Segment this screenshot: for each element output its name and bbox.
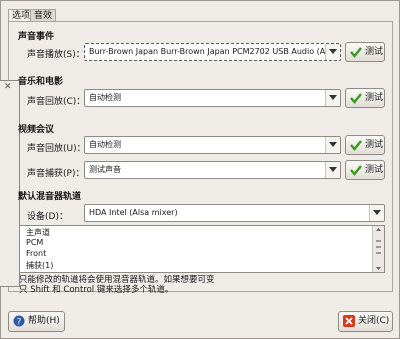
close-button-label: 关闭(C) (358, 316, 390, 326)
conf-playback-select[interactable]: 自动检测 (84, 136, 341, 154)
mixer-device-value: HDA Intel (Alsa mixer) (89, 208, 178, 217)
chevron-down-icon (325, 162, 340, 178)
conf-capture-label: 声音捕获(P)： (27, 169, 85, 179)
conf-playback-label: 声音回放(U)： (27, 144, 86, 154)
help-button[interactable]: ? 帮助(H) (8, 311, 65, 332)
test-music-button[interactable]: 测试 (345, 88, 385, 108)
chevron-down-icon (369, 205, 384, 221)
chevron-down-icon (325, 90, 340, 106)
test-button-label: 测试 (365, 93, 384, 103)
close-button[interactable]: 关闭(C) (338, 311, 393, 332)
check-icon (350, 164, 362, 183)
mixer-device-label: 设备(D)： (27, 212, 68, 222)
chevron-down-icon (325, 137, 340, 153)
mixer-tracks-list[interactable]: 主声道 PCM Front 捕获(1) (19, 225, 385, 273)
test-sound-events-button[interactable]: 测试 (345, 42, 385, 62)
svg-text:?: ? (17, 318, 22, 328)
check-icon (350, 92, 362, 111)
check-icon (350, 139, 362, 158)
section-heading-sound-events: 声音事件 (18, 32, 55, 42)
music-playback-select[interactable]: 自动检测 (84, 89, 341, 107)
music-playback-label: 声音回放(C)： (27, 97, 86, 107)
list-scrollbar[interactable] (372, 226, 384, 272)
sound-playback-label: 声音播放(S)： (27, 50, 85, 60)
conf-capture-value: 测试声音 (89, 165, 121, 174)
test-button-label: 测试 (365, 47, 384, 57)
mixer-device-select[interactable]: HDA Intel (Alsa mixer) (84, 204, 385, 222)
section-heading-music-movies: 音乐和电影 (18, 77, 64, 87)
chevron-down-icon (325, 44, 340, 60)
test-conf-playback-button[interactable]: 测试 (345, 135, 385, 155)
list-item[interactable]: 捕获(1) (26, 260, 53, 271)
list-item[interactable]: PCM (26, 238, 43, 247)
sound-playback-value: Burr-Brown Japan Burr-Brown Japan PCM270… (89, 47, 341, 56)
close-icon: ✕ (4, 82, 12, 92)
sound-playback-select[interactable]: Burr-Brown Japan Burr-Brown Japan PCM270… (84, 43, 341, 61)
list-item[interactable]: 主声道 (26, 227, 50, 238)
check-icon (350, 46, 362, 65)
help-icon: ? (13, 315, 25, 334)
music-playback-value: 自动检测 (89, 93, 121, 102)
mixer-note-line2: 只 Shift 和 Control 键来选择多个轨道。 (19, 285, 174, 295)
close-icon (343, 315, 355, 334)
conf-playback-value: 自动检测 (89, 140, 121, 149)
conf-capture-select[interactable]: 测试声音 (84, 161, 341, 179)
test-button-label: 测试 (365, 165, 384, 175)
help-button-label: 帮助(H) (28, 316, 60, 326)
list-item[interactable]: Front (26, 249, 46, 258)
section-heading-mixer: 默认混音器轨道 (18, 192, 82, 202)
test-conf-capture-button[interactable]: 测试 (345, 160, 385, 180)
test-button-label: 测试 (365, 140, 384, 150)
background-window-edge: ✕ (0, 80, 20, 287)
section-heading-audio-conf: 视频会议 (18, 125, 55, 135)
